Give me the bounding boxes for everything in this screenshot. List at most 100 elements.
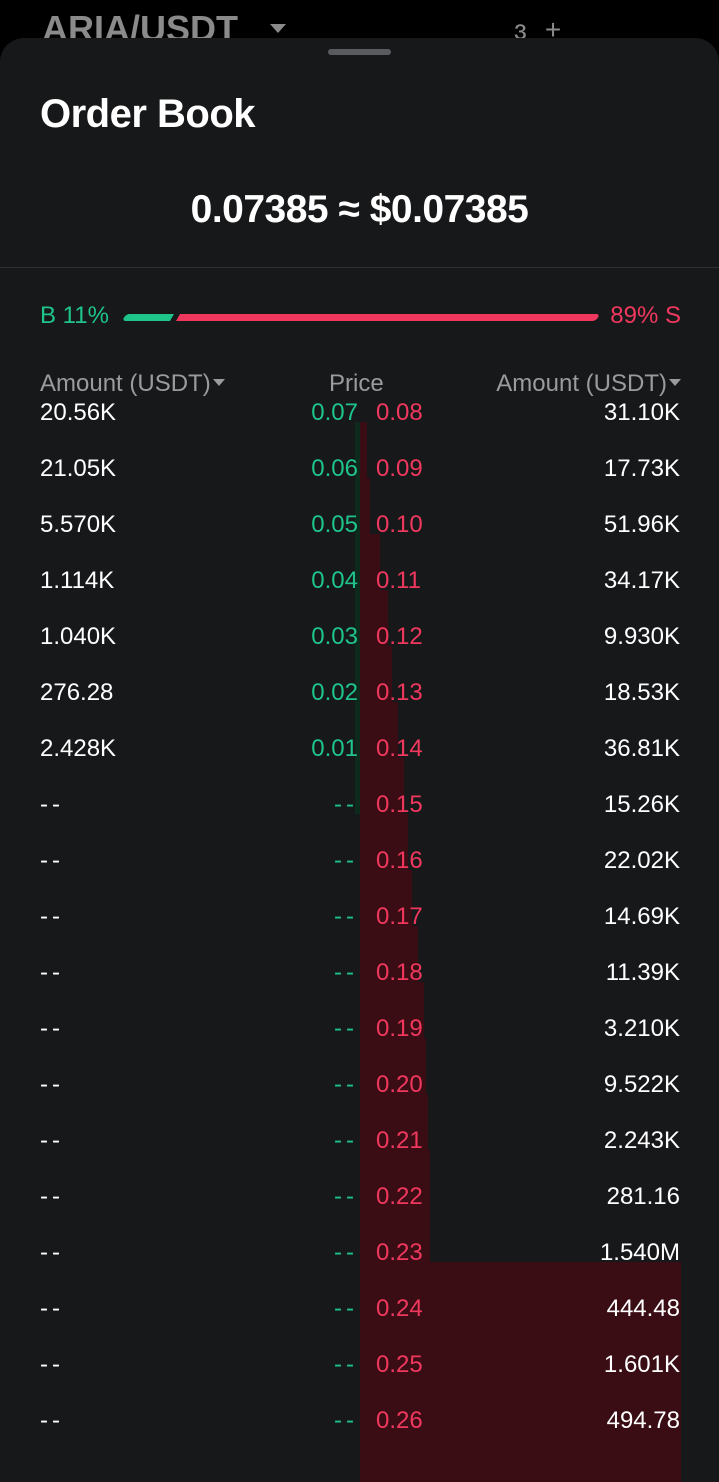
ask-amount: 14.69K [603,903,680,930]
order-book-row[interactable]: -- -- 0.25 1.601K [0,1336,719,1392]
bid-price: -- [334,791,358,818]
ask-amount: 51.96K [603,511,680,538]
ask-amount: 1.540M [599,1239,680,1266]
bid-amount: -- [40,1351,64,1378]
bid-price: -- [334,1127,358,1154]
ask-price: 0.20 [376,1071,423,1098]
bid-amount: 2.428K [40,735,117,762]
order-book-row[interactable]: 1.040K 0.03 0.12 9.930K [0,608,719,664]
order-book-row[interactable]: -- -- 0.24 444.48 [0,1280,719,1336]
bid-price: 0.03 [311,623,358,650]
bid-amount: -- [40,847,64,874]
order-book-row[interactable]: 276.28 0.02 0.13 18.53K [0,664,719,720]
order-book-row[interactable]: -- -- 0.15 15.26K [0,776,719,832]
ask-amount: 22.02K [603,847,680,874]
order-book-row[interactable]: -- -- 0.26 494.78 [0,1392,719,1448]
pair-dropdown-icon[interactable] [270,24,286,33]
order-book-row[interactable]: 1.114K 0.04 0.11 34.17K [0,552,719,608]
order-book-row[interactable]: -- -- 0.21 2.243K [0,1112,719,1168]
bid-price: -- [334,1407,358,1434]
bid-amount: -- [40,1295,64,1322]
bid-amount: 276.28 [40,679,114,706]
ask-price: 0.08 [376,399,423,426]
order-book-row[interactable]: 2.428K 0.01 0.14 36.81K [0,720,719,776]
ask-amount: 36.81K [603,735,680,762]
ask-amount: 9.522K [603,1071,680,1098]
divider [0,267,719,268]
order-book-row[interactable]: 20.56K 0.07 0.08 31.10K [0,384,719,440]
ask-price: 0.14 [376,735,423,762]
bid-price: 0.05 [311,511,358,538]
ask-price: 0.18 [376,959,423,986]
bid-amount: 20.56K [40,399,117,426]
ask-amount: 15.26K [603,791,680,818]
order-book-row[interactable]: -- -- 0.19 3.210K [0,1000,719,1056]
bid-price: 0.04 [311,567,358,594]
ask-amount: 494.78 [606,1407,680,1434]
bid-amount: -- [40,959,64,986]
ask-amount: 3.210K [603,1015,680,1042]
order-book-row[interactable]: -- -- 0.22 281.16 [0,1168,719,1224]
bid-amount: -- [40,1071,64,1098]
bid-amount: -- [40,1127,64,1154]
ask-price: 0.13 [376,679,423,706]
bid-amount: 21.05K [40,455,117,482]
ask-price: 0.21 [376,1127,423,1154]
ask-price: 0.12 [376,623,423,650]
ask-amount: 34.17K [603,567,680,594]
order-book-list: 20.56K 0.07 0.08 31.10K 21.05K 0.06 0.09 17.73K… [0,384,719,1482]
ask-price: 0.24 [376,1295,423,1322]
ask-price: 0.16 [376,847,423,874]
bid-amount: -- [40,903,64,930]
order-book-row[interactable]: 5.570K 0.05 0.10 51.96K [0,496,719,552]
ask-price: 0.11 [376,567,421,594]
sheet-title: Order Book [40,92,256,136]
bid-price: 0.07 [311,399,358,426]
ask-amount: 18.53K [603,679,680,706]
order-book-row[interactable]: -- -- 0.20 9.522K [0,1056,719,1112]
ask-price: 0.19 [376,1015,423,1042]
order-book-row[interactable]: -- -- 0.16 22.02K [0,832,719,888]
ask-price: 0.26 [376,1407,423,1434]
sell-ratio-bar [175,314,601,321]
bid-amount: -- [40,1239,64,1266]
ask-amount: 9.930K [603,623,680,650]
bid-price: 0.06 [311,455,358,482]
ask-price: 0.17 [376,903,423,930]
bid-price: -- [334,1183,358,1210]
ask-price: 0.25 [376,1351,423,1378]
bid-price: 0.02 [311,679,358,706]
ask-price: 0.23 [376,1239,423,1266]
bid-price: -- [334,847,358,874]
last-price: 0.07385 ≈ $0.07385 [190,188,529,231]
bid-amount: -- [40,1015,64,1042]
bid-price: -- [334,1071,358,1098]
order-book-row[interactable]: 21.05K 0.06 0.09 17.73K [0,440,719,496]
ask-price: 0.09 [376,455,423,482]
ask-amount: 11.39K [605,959,680,986]
ask-amount: 2.243K [603,1127,680,1154]
bid-amount: -- [40,791,64,818]
drag-handle[interactable] [328,49,391,55]
ask-amount: 31.10K [603,399,680,426]
bid-price: -- [334,1295,358,1322]
order-book-row[interactable]: -- -- 0.23 1.540M [0,1224,719,1280]
ask-price: 0.22 [376,1183,423,1210]
bid-price: -- [334,1015,358,1042]
bid-amount: 1.114K [40,567,115,594]
sell-ratio-label: 89% S [610,302,681,329]
bid-amount: 5.570K [40,511,117,538]
bid-price: 0.01 [311,735,358,762]
ask-amount: 1.601K [603,1351,680,1378]
bid-price: -- [334,959,358,986]
order-book-row[interactable]: -- -- 0.18 11.39K [0,944,719,1000]
buy-ratio-label: B 11% [40,302,109,329]
bid-amount: -- [40,1183,64,1210]
bid-price: -- [334,1351,358,1378]
bid-amount: 1.040K [40,623,117,650]
ask-amount: 281.16 [606,1183,680,1210]
order-book-row[interactable]: -- -- 0.17 14.69K [0,888,719,944]
buy-ratio-bar [121,314,175,321]
ask-amount: 17.73K [603,455,680,482]
bid-amount: -- [40,1407,64,1434]
